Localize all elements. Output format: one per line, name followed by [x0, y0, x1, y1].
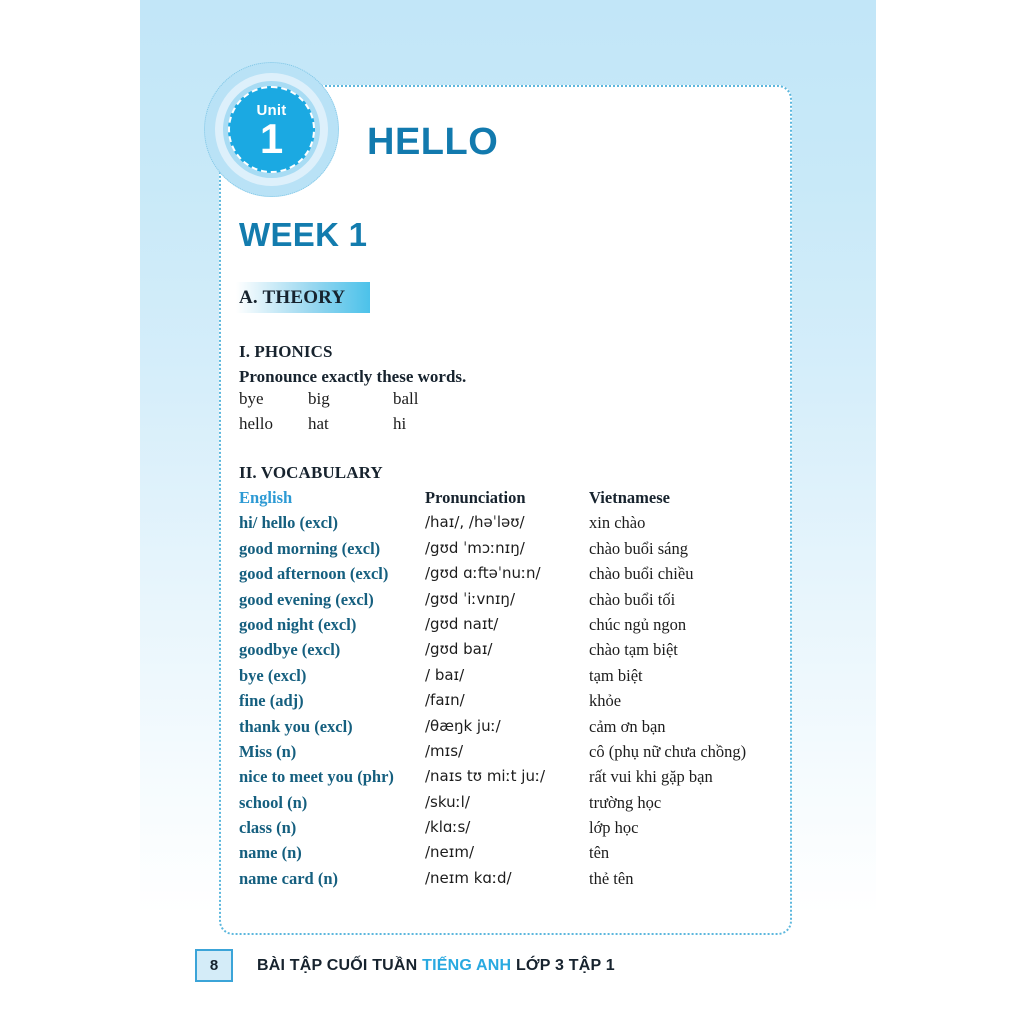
table-row: thank you (excl) /θæŋk juː/ cảm ơn bạn: [239, 716, 666, 742]
vocab-english: name card (n): [239, 868, 338, 888]
vocab-english: class (n): [239, 818, 297, 838]
vocab-vietnamese: khỏe: [589, 691, 622, 711]
table-row: Miss (n) /mɪs/ cô (phụ nữ chưa chồng): [239, 741, 746, 767]
page-footer: 8 BÀI TẬP CUỐI TUẦN TIẾNG ANH LỚP 3 TẬP …: [195, 949, 615, 982]
vocab-vietnamese: chào tạm biệt: [589, 640, 678, 660]
vocab-english: hi/ hello (excl): [239, 513, 338, 533]
vocab-pronunciation: /neɪm/: [425, 843, 475, 862]
table-row: hi/ hello (excl) /haɪ/, /həˈləʊ/ xin chà…: [239, 513, 645, 538]
vocab-english: goodbye (excl): [239, 640, 341, 660]
unit-badge: Unit 1: [204, 62, 339, 197]
vocab-english: name (n): [239, 843, 302, 863]
theory-section-label: A. THEORY: [239, 287, 346, 308]
phonics-word: ball: [393, 389, 419, 408]
vocab-english: good afternoon (excl): [239, 564, 389, 584]
table-row: nice to meet you (phr) /naɪs tʊ miːt juː…: [239, 767, 713, 792]
vocab-english: bye (excl): [239, 665, 307, 685]
vocab-vietnamese: rất vui khi gặp bạn: [589, 767, 713, 787]
vocab-vietnamese: chúc ngủ ngon: [589, 614, 687, 634]
vocab-vietnamese: tạm biệt: [589, 665, 643, 685]
vocab-pronunciation: /mɪs/: [425, 741, 464, 760]
footer-text-highlight: TIẾNG ANH: [422, 956, 512, 974]
table-row: good night (excl) /gʊd naɪt/ chúc ngủ ng…: [239, 614, 686, 640]
vocab-pronunciation: /klɑːs/: [425, 818, 471, 837]
vocab-vietnamese: lớp học: [589, 818, 639, 838]
vocab-pronunciation: /gʊd ˈmɔːnɪŋ/: [425, 538, 525, 557]
badge-unit-number: 1: [259, 114, 284, 162]
vocab-vietnamese: tên: [589, 843, 610, 863]
vocab-pronunciation: /haɪ/, /həˈləʊ/: [425, 513, 525, 532]
vocab-pronunciation: /skuːl/: [425, 792, 470, 811]
table-row: class (n) /klɑːs/ lớp học: [239, 818, 639, 843]
phonics-heading: I. PHONICS: [239, 342, 333, 361]
table-row: name card (n) /neɪm kɑːd/ thẻ tên: [239, 869, 639, 894]
vocab-pronunciation: /θæŋk juː/: [425, 716, 501, 735]
vocab-english: good evening (excl): [239, 589, 374, 609]
phonics-row: bye big ball: [239, 389, 559, 414]
vocab-pronunciation: /faɪn/: [425, 691, 465, 710]
vocab-vietnamese: chào buổi tối: [589, 589, 676, 609]
table-row: good morning (excl) /gʊd ˈmɔːnɪŋ/ chào b…: [239, 538, 688, 564]
vocab-english: school (n): [239, 792, 308, 812]
phonics-word: hi: [393, 414, 407, 433]
vocab-english: good morning (excl): [239, 538, 381, 558]
phonics-word-grid: bye big ball hello hat hi: [239, 389, 559, 439]
textbook-page: Unit 1 HELLO WEEK 1 A. THEORY I. PHONICS…: [0, 0, 1017, 1017]
column-header-vietnamese: Vietnamese: [589, 488, 670, 507]
vocab-pronunciation: /gʊd ɑːftəˈnuːn/: [425, 564, 541, 583]
vocab-pronunciation: /gʊd naɪt/: [425, 614, 499, 633]
vocab-vietnamese: trường học: [589, 792, 662, 812]
vocab-vietnamese: xin chào: [589, 513, 646, 533]
vocab-vietnamese: thẻ tên: [589, 868, 634, 888]
footer-title: BÀI TẬP CUỐI TUẦN TIẾNG ANH LỚP 3 TẬP 1: [257, 957, 615, 975]
vocab-english: good night (excl): [239, 614, 357, 634]
vocab-english: fine (adj): [239, 691, 304, 711]
vocab-vietnamese: chào buổi chiều: [589, 564, 694, 584]
table-row: school (n) /skuːl/ trường học: [239, 792, 661, 818]
week-title: WEEK 1: [239, 216, 368, 253]
unit-title: HELLO: [367, 121, 499, 163]
phonics-row: hello hat hi: [239, 414, 559, 439]
page-number: 8: [195, 949, 233, 982]
vocab-english: Miss (n): [239, 741, 297, 761]
vocab-vietnamese: chào buổi sáng: [589, 538, 688, 558]
table-row: name (n) /neɪm/ tên: [239, 843, 639, 868]
vocab-pronunciation: /naɪs tʊ miːt juː/: [425, 767, 546, 786]
table-row: good evening (excl) /gʊd ˈiːvnɪŋ/ chào b…: [239, 589, 675, 615]
vocabulary-heading: II. VOCABULARY: [239, 463, 383, 482]
vocab-vietnamese: cô (phụ nữ chưa chồng): [589, 741, 747, 761]
footer-text-after: LỚP 3 TẬP 1: [511, 956, 615, 974]
vocab-english: thank you (excl): [239, 716, 353, 736]
vocab-pronunciation: /gʊd ˈiːvnɪŋ/: [425, 589, 515, 608]
table-row: goodbye (excl) /gʊd baɪ/ chào tạm biệt: [239, 640, 678, 665]
phonics-word: hat: [308, 414, 329, 433]
vocabulary-header-row: English Pronunciation Vietnamese: [239, 488, 670, 513]
table-row: good afternoon (excl) /gʊd ɑːftəˈnuːn/ c…: [239, 564, 693, 589]
phonics-word: hello: [239, 414, 273, 433]
phonics-word: bye: [239, 389, 264, 408]
phonics-word: big: [308, 389, 330, 408]
phonics-instruction: Pronounce exactly these words.: [239, 367, 467, 386]
badge-core: Unit 1: [228, 86, 315, 173]
footer-text-before: BÀI TẬP CUỐI TUẦN: [257, 956, 423, 974]
table-row: fine (adj) /faɪn/ khỏe: [239, 691, 639, 716]
vocab-pronunciation: /gʊd baɪ/: [425, 640, 493, 659]
vocab-english: nice to meet you (phr): [239, 767, 394, 787]
vocabulary-table: English Pronunciation Vietnamese hi/ hel…: [239, 488, 746, 894]
theory-section-banner: A. THEORY: [236, 282, 370, 313]
column-header-english: English: [239, 488, 293, 507]
vocab-vietnamese: cảm ơn bạn: [589, 716, 666, 736]
table-row: bye (excl) / baɪ/ tạm biệt: [239, 665, 643, 691]
column-header-pronunciation: Pronunciation: [425, 488, 526, 507]
vocab-pronunciation: /neɪm kɑːd/: [425, 868, 512, 887]
vocab-pronunciation: / baɪ/: [425, 665, 465, 684]
